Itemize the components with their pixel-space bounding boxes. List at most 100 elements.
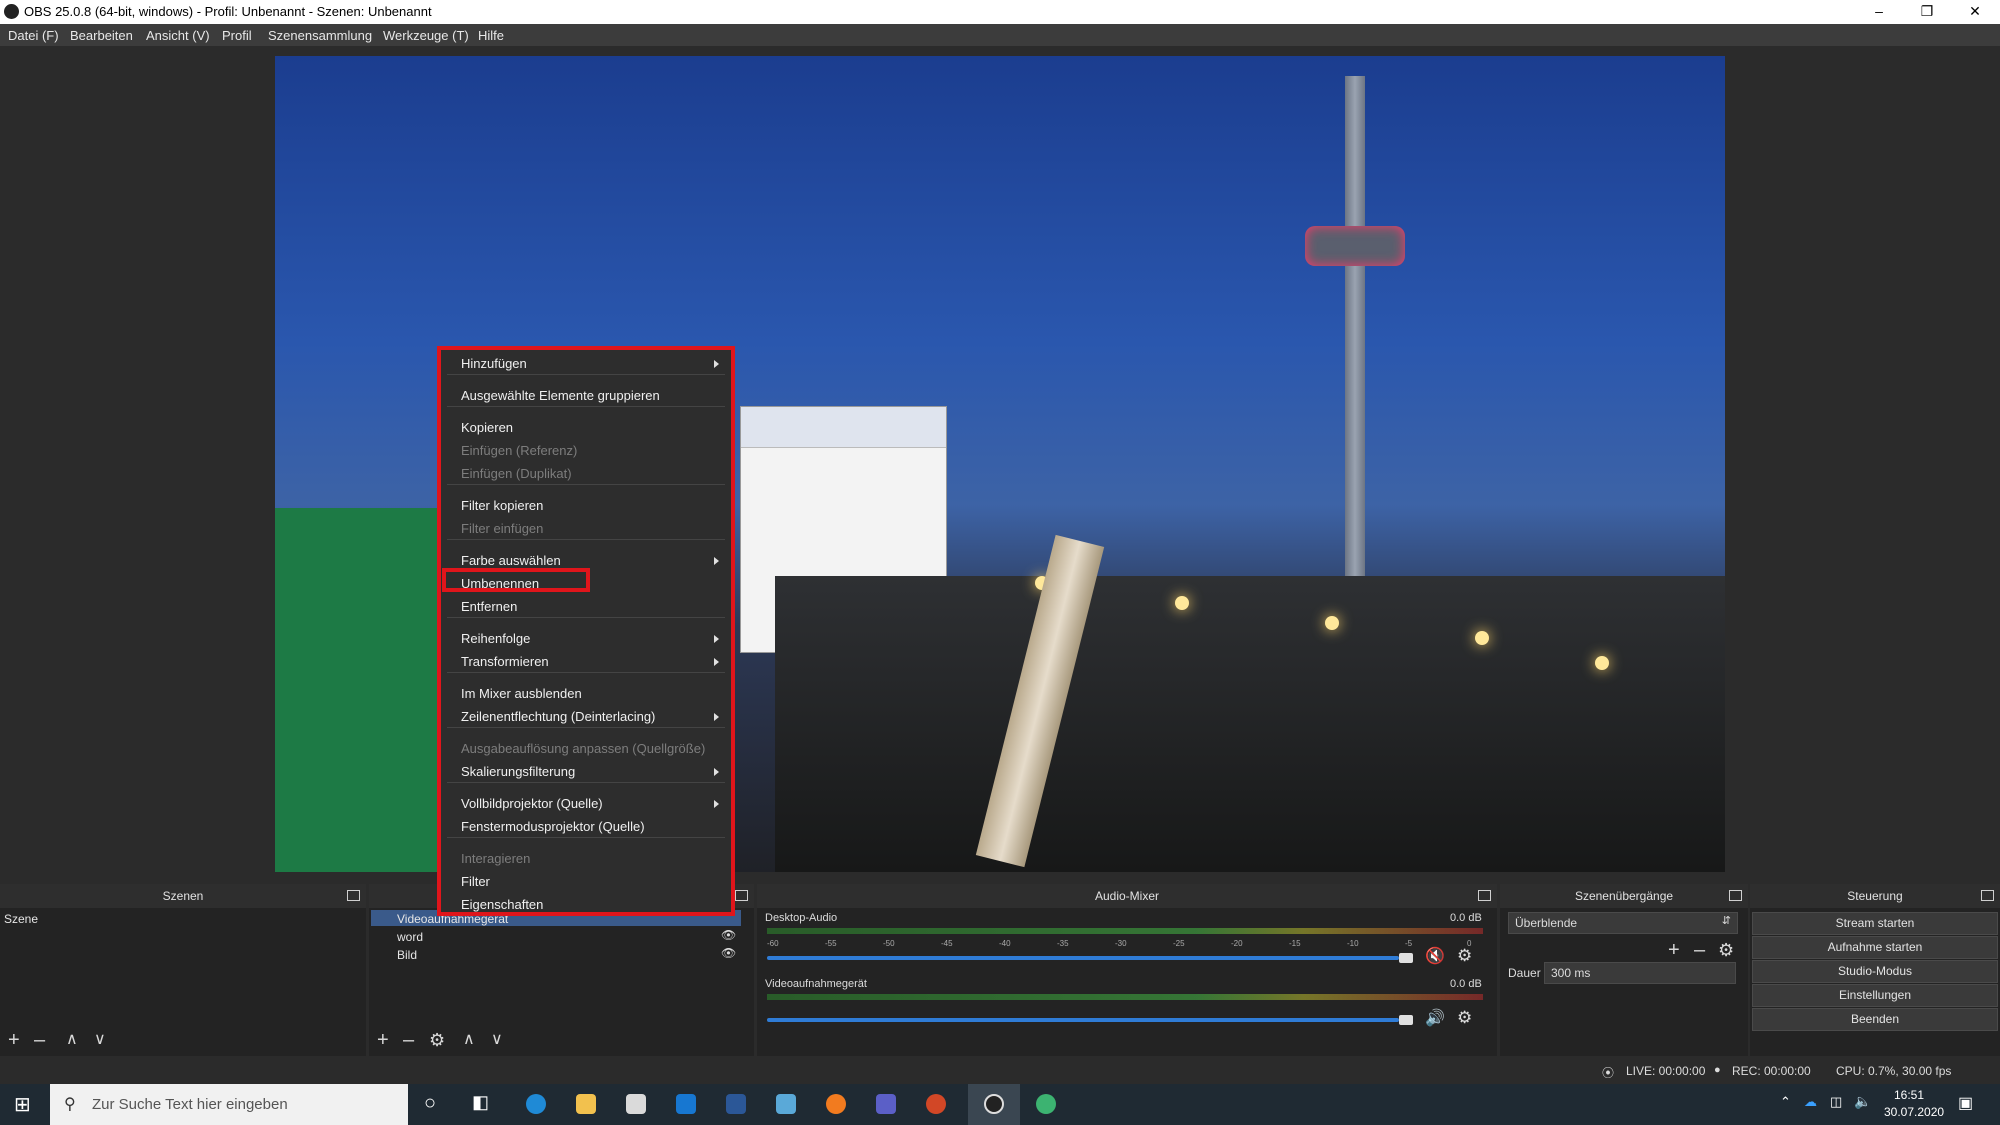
menu-item-choose-color[interactable]: Farbe auswählen [461, 553, 561, 568]
menu-item-paste-filters: Filter einfügen [461, 521, 544, 536]
remove-icon[interactable]: – [403, 1030, 414, 1050]
add-icon[interactable]: + [8, 1030, 20, 1050]
slider-handle[interactable] [1399, 953, 1413, 963]
eye-icon[interactable]: 👁 [721, 946, 736, 960]
menu-hilfe[interactable]: Hilfe [478, 28, 504, 43]
menu-item-fullscreen-projector[interactable]: Vollbildprojektor (Quelle) [461, 796, 603, 811]
menu-item-add[interactable]: Hinzufügen [461, 356, 527, 371]
chevron-updown-icon: ⇵ [1721, 915, 1731, 927]
separator [447, 782, 725, 783]
undock-icon[interactable] [1478, 890, 1491, 901]
move-down-icon[interactable]: ∨ [491, 1030, 503, 1050]
add-icon[interactable]: + [1668, 940, 1680, 960]
move-up-icon[interactable]: ∧ [66, 1030, 78, 1050]
light-bulb-image [1175, 596, 1189, 610]
studio-mode-button[interactable]: Studio-Modus [1752, 960, 1998, 983]
start-stream-button[interactable]: Stream starten [1752, 912, 1998, 935]
powerpoint-icon[interactable] [926, 1094, 946, 1114]
undock-icon[interactable] [735, 890, 748, 901]
speaker-icon[interactable]: 🔊 [1425, 1008, 1445, 1028]
volume-slider[interactable] [767, 956, 1399, 960]
menu-datei[interactable]: Datei (F) [8, 28, 59, 43]
volume-icon[interactable]: 🔈 [1854, 1093, 1871, 1110]
menu-item-deinterlacing[interactable]: Zeilenentflechtung (Deinterlacing) [461, 709, 655, 724]
onedrive-icon[interactable]: ☁ [1804, 1094, 1817, 1110]
green-image-source[interactable] [275, 508, 445, 872]
menu-item-filters[interactable]: Filter [461, 874, 490, 889]
teams-icon[interactable] [876, 1094, 896, 1114]
gear-icon[interactable]: ⚙ [1457, 946, 1472, 966]
notes-app-icon[interactable] [776, 1094, 796, 1114]
remove-icon[interactable]: – [34, 1030, 45, 1050]
channel-db: 0.0 dB [1450, 978, 1482, 990]
muted-speaker-icon[interactable]: 🔇 [1425, 946, 1445, 966]
scene-item[interactable]: Szene [4, 912, 38, 926]
notification-icon[interactable]: ▣ [1958, 1093, 1973, 1113]
firefox-icon[interactable] [826, 1094, 846, 1114]
minimize-button[interactable]: – [1856, 0, 1902, 24]
obs-logo-icon [4, 4, 19, 19]
maximize-button[interactable]: ❐ [1904, 0, 1950, 24]
move-up-icon[interactable]: ∧ [463, 1030, 475, 1050]
mail-icon[interactable] [676, 1094, 696, 1114]
exit-button[interactable]: Beenden [1752, 1008, 1998, 1031]
menu-item-windowed-projector[interactable]: Fenstermodusprojektor (Quelle) [461, 819, 645, 834]
title-bar: OBS 25.0.8 (64-bit, windows) - Profil: U… [0, 0, 2000, 24]
scale-tick: -60 [767, 939, 779, 948]
clock-time[interactable]: 16:51 [1894, 1088, 1924, 1102]
start-recording-button[interactable]: Aufnahme starten [1752, 936, 1998, 959]
remove-icon[interactable]: – [1694, 940, 1705, 960]
cortana-icon[interactable]: ○ [424, 1092, 436, 1115]
add-icon[interactable]: + [377, 1030, 389, 1050]
source-item[interactable]: word [397, 930, 423, 944]
windows-start-icon[interactable]: ⊞ [14, 1092, 31, 1117]
greenshot-icon[interactable] [1036, 1094, 1056, 1114]
edge-icon[interactable] [526, 1094, 546, 1114]
transition-selected-value: Überblende [1515, 916, 1578, 930]
volume-slider[interactable] [767, 1018, 1399, 1022]
rec-dot-icon: ● [1714, 1064, 1721, 1076]
eye-icon[interactable]: 👁 [721, 928, 736, 942]
settings-button[interactable]: Einstellungen [1752, 984, 1998, 1007]
obs-taskbar-active[interactable] [968, 1084, 1020, 1125]
chevron-up-icon[interactable]: ⌃ [1780, 1094, 1791, 1110]
transition-select[interactable]: Überblende ⇵ [1508, 912, 1738, 934]
network-icon[interactable]: ◫ [1830, 1094, 1842, 1110]
separator [447, 539, 725, 540]
menu-item-copy[interactable]: Kopieren [461, 420, 513, 435]
move-down-icon[interactable]: ∨ [94, 1030, 106, 1050]
menu-item-scale-filtering[interactable]: Skalierungsfilterung [461, 764, 575, 779]
menu-item-group[interactable]: Ausgewählte Elemente gruppieren [461, 388, 660, 403]
store-icon[interactable] [626, 1094, 646, 1114]
source-item[interactable]: Bild [397, 948, 417, 962]
menu-bearbeiten[interactable]: Bearbeiten [70, 28, 133, 43]
slider-handle[interactable] [1399, 1015, 1413, 1025]
menu-szenensammlung[interactable]: Szenensammlung [268, 28, 372, 43]
menu-item-properties[interactable]: Eigenschaften [461, 897, 543, 912]
menu-item-transform[interactable]: Transformieren [461, 654, 549, 669]
gear-icon[interactable]: ⚙ [1457, 1008, 1472, 1028]
menu-profil[interactable]: Profil [222, 28, 252, 43]
menu-item-interact: Interagieren [461, 851, 531, 866]
menu-werkzeuge[interactable]: Werkzeuge (T) [383, 28, 469, 43]
clock-date[interactable]: 30.07.2020 [1884, 1105, 1944, 1119]
word-icon[interactable] [726, 1094, 746, 1114]
scale-tick: -5 [1405, 939, 1413, 948]
undock-icon[interactable] [347, 890, 360, 901]
submenu-arrow-icon [714, 800, 719, 808]
separator [447, 617, 725, 618]
undock-icon[interactable] [1729, 890, 1742, 901]
gear-icon[interactable]: ⚙ [429, 1030, 445, 1050]
duration-input[interactable]: 300 ms [1544, 962, 1736, 984]
undock-icon[interactable] [1981, 890, 1994, 901]
file-explorer-icon[interactable] [576, 1094, 596, 1114]
menu-item-remove[interactable]: Entfernen [461, 599, 517, 614]
gear-icon[interactable]: ⚙ [1718, 940, 1734, 960]
menu-item-order[interactable]: Reihenfolge [461, 631, 530, 646]
menu-item-hide-in-mixer[interactable]: Im Mixer ausblenden [461, 686, 582, 701]
menu-ansicht[interactable]: Ansicht (V) [146, 28, 210, 43]
close-button[interactable]: ✕ [1952, 0, 1998, 24]
taskbar-search[interactable]: ⚲ Zur Suche Text hier eingeben [50, 1084, 408, 1125]
task-view-icon[interactable]: ◧ [472, 1092, 489, 1113]
menu-item-copy-filters[interactable]: Filter kopieren [461, 498, 543, 513]
